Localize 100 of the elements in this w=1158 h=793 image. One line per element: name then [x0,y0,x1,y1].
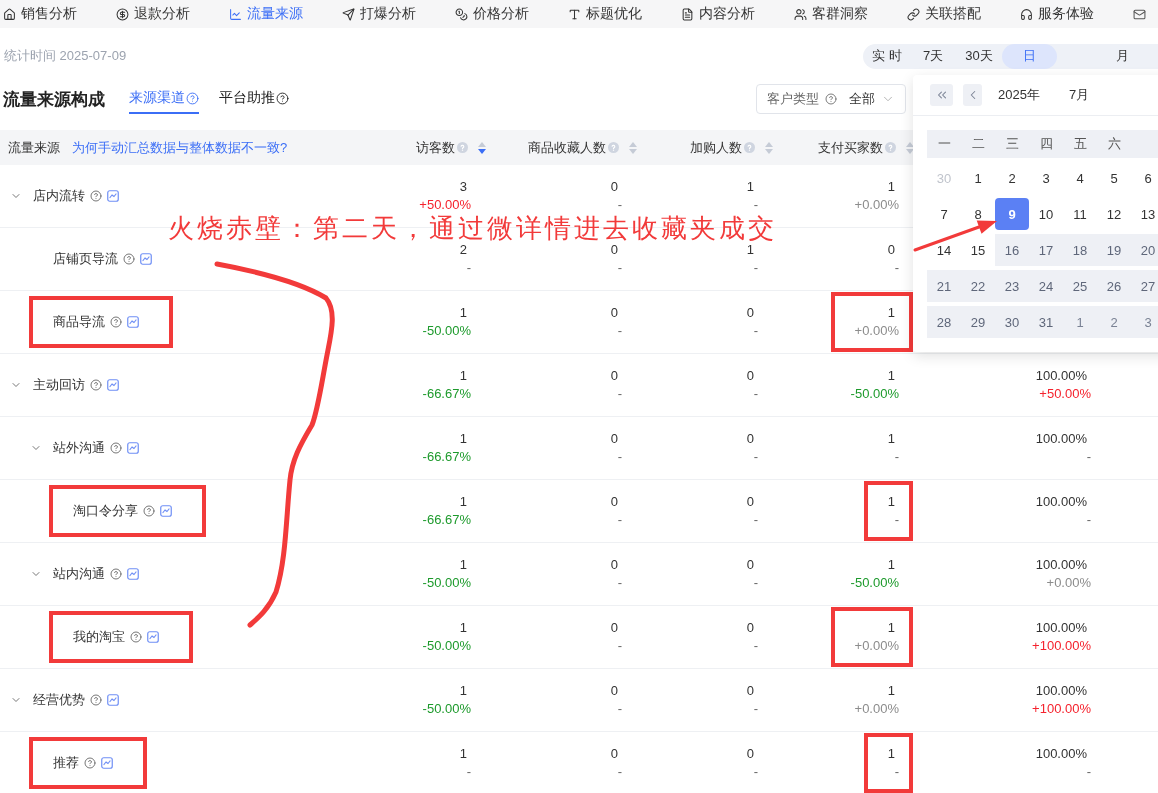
nav-tab[interactable]: 打爆分析 [342,1,416,27]
metric-value: 0 [746,304,754,322]
metric-value: 1 [459,556,467,574]
metric-value: 0 [746,619,754,637]
metric-value: 0 [610,241,618,259]
change-rate: +0.00% [854,700,899,718]
date-range-option[interactable]: 30天 [956,43,1002,69]
weekday-label: 六 [1106,135,1122,153]
change-rate: - [466,763,471,781]
source-name: 主动回访 [33,376,85,394]
trend-chart-icon[interactable] [101,757,113,769]
trend-chart-icon[interactable] [127,442,139,454]
change-rate: - [617,763,622,781]
help-icon [123,253,135,265]
change-rate: +0.00% [1046,574,1091,592]
headset-icon [1020,7,1033,21]
nav-tab[interactable]: 退款分析 [116,1,190,27]
change-rate: +0.00% [854,196,899,214]
change-rate: - [617,196,622,214]
change-rate: - [617,574,622,592]
source-tab[interactable]: 平台助推 [219,84,289,114]
metric-value: 0 [610,556,618,574]
metric-value: 0 [610,430,618,448]
users-icon [794,7,807,21]
source-tab[interactable]: 来源渠道 [129,84,199,114]
prev-month-button[interactable] [963,84,982,106]
nav-tab[interactable]: 价格分析 [455,1,529,27]
change-rate: - [753,259,758,277]
change-rate: - [617,322,622,340]
metric-value: 1 [746,178,754,196]
change-rate: -66.67% [422,448,471,466]
trend-chart-icon[interactable] [107,190,119,202]
change-rate: -50.00% [850,574,899,592]
help-icon [825,93,837,105]
sort-icon[interactable] [478,141,486,154]
metric-value: 0 [610,493,618,511]
change-rate: -50.00% [422,637,471,655]
nav-tab[interactable]: 内容分析 [681,1,755,27]
customer-type-select[interactable]: 客户类型 全部 [756,84,906,114]
metric-value: 1 [459,619,467,637]
trend-chart-icon[interactable] [147,631,159,643]
change-rate: - [617,637,622,655]
metric-value: 3 [459,178,467,196]
metric-value: 1 [887,430,895,448]
calendar-day[interactable]: 9 [995,198,1029,230]
weekday-label: 五 [1072,135,1088,153]
metric-value: 1 [459,745,467,763]
change-rate: - [753,574,758,592]
metric-value: 0 [610,619,618,637]
weekday-label: 四 [1038,135,1054,153]
nav-tab[interactable]: 客群洞察 [794,1,868,27]
calendar-month[interactable]: 7月 [1068,86,1090,104]
trend-chart-icon[interactable] [127,568,139,580]
help-icon [276,91,289,105]
help-link[interactable]: 为何手动汇总数据与整体数据不一致? [72,138,288,157]
source-name: 我的淘宝 [73,628,125,646]
column-header: 访客数 [416,138,455,157]
metric-value: 1 [887,367,895,385]
trend-chart-icon[interactable] [160,505,172,517]
metric-value: 2 [459,241,467,259]
weekday-label: 三 [1004,135,1020,153]
trend-chart-icon[interactable] [140,253,152,265]
change-rate: - [894,448,899,466]
column-header: 加购人数 [690,138,742,157]
change-rate: - [753,637,758,655]
change-rate: - [753,448,758,466]
metric-value: 1 [887,304,895,322]
change-rate: - [894,259,899,277]
date-range-option[interactable]: 7天 [910,43,956,69]
help-icon [457,142,468,153]
nav-tab[interactable]: 流量来源 [229,1,303,27]
date-range-option[interactable]: 月 [1099,43,1145,69]
filter-label: 客户类型 [767,90,819,108]
change-rate: +0.00% [854,637,899,655]
metric-value: 1 [887,682,895,700]
change-rate: +0.00% [854,322,899,340]
date-range-option[interactable]: 实 时 [864,43,910,69]
nav-tab[interactable]: 服务体验 [1020,1,1094,27]
change-rate: - [617,700,622,718]
calendar-year[interactable]: 2025年 [998,86,1040,104]
trend-chart-icon[interactable] [107,694,119,706]
house-icon [3,7,16,21]
trend-chart-icon[interactable] [107,379,119,391]
nav-tab[interactable]: 关联搭配 [907,1,981,27]
help-icon [90,694,102,706]
change-rate: - [753,196,758,214]
metric-value: 0 [746,430,754,448]
metric-value: 1 [459,367,467,385]
date-range-option[interactable]: 日 [1002,43,1057,69]
mail-icon[interactable] [1133,7,1146,21]
change-rate: +50.00% [1039,385,1091,403]
help-icon [885,142,896,153]
prev-year-button[interactable] [930,84,953,106]
sort-icon[interactable] [906,141,914,154]
annotation-text: 火烧赤壁：第二天，通过微详情进去收藏夹成交 [168,215,777,241]
nav-tab[interactable]: 标题优化 [568,1,642,27]
trend-chart-icon[interactable] [127,316,139,328]
change-rate: - [1086,511,1091,529]
metric-value: 0 [610,178,618,196]
nav-tab[interactable]: 销售分析 [3,1,77,27]
